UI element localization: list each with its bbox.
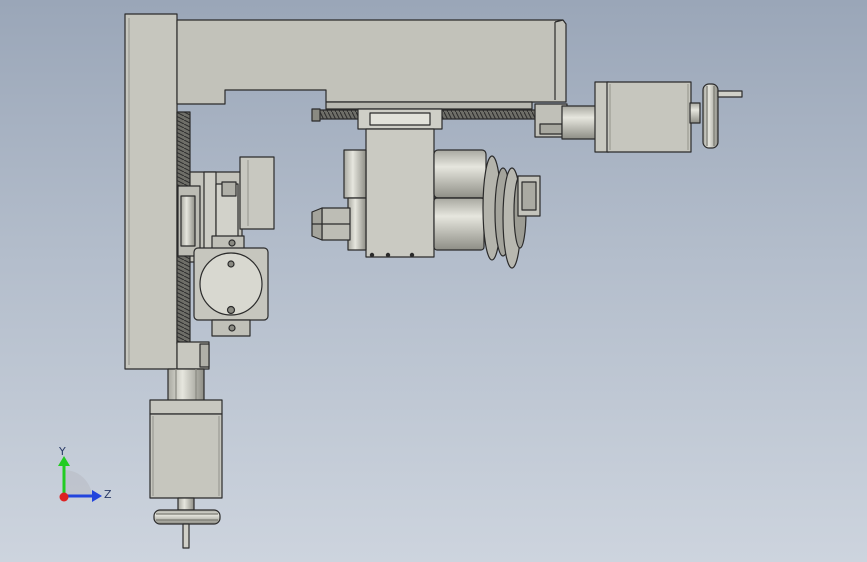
spindle-carriage [357,108,443,258]
spindle-pulleys [482,155,541,269]
cad-viewport[interactable]: Y Z [0,0,867,562]
column-foot-block [176,341,210,370]
slide-stepper-motor [193,235,269,337]
horizontal-stepper-motor [606,81,701,153]
z-axis-label: Z [104,488,112,501]
spindle-nut [311,207,351,241]
frame-top-arm [176,19,567,105]
y-axis-label: Y [58,445,66,458]
z-axis-arrowhead [92,490,102,502]
vertical-shaft [167,368,205,402]
horizontal-handwheel[interactable] [702,83,743,149]
x-axis-origin [59,492,69,502]
vertical-handwheel[interactable] [153,509,221,549]
axis-triad: Y Z [58,445,112,502]
triad-plane-icon [64,469,92,496]
frame-column [124,13,178,370]
vertical-stepper-motor [149,399,223,511]
